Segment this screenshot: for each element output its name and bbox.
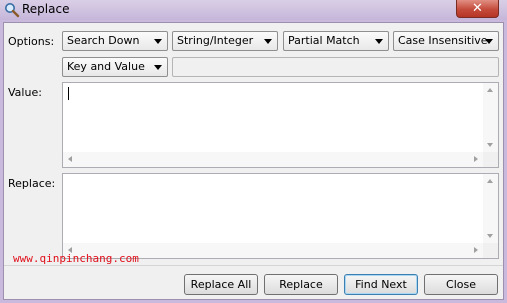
direction-value: Search Down bbox=[67, 34, 140, 47]
replace-button[interactable]: Replace bbox=[264, 274, 338, 295]
chevron-down-icon bbox=[264, 39, 272, 44]
value-vertical-scrollbar[interactable] bbox=[483, 83, 498, 152]
data-type-value: String/Integer bbox=[177, 34, 254, 47]
scroll-left-icon[interactable] bbox=[68, 156, 72, 162]
scroll-right-icon[interactable] bbox=[474, 156, 478, 162]
window-title: Replace bbox=[22, 2, 70, 16]
replace-dialog: Replace ✕ Options: Search Down String/In… bbox=[0, 0, 507, 303]
data-type-dropdown[interactable]: String/Integer bbox=[172, 31, 278, 51]
value-textarea[interactable] bbox=[62, 82, 499, 168]
scroll-right-icon[interactable] bbox=[474, 247, 478, 253]
close-button[interactable]: Close bbox=[424, 274, 498, 295]
replace-label: Replace: bbox=[8, 177, 56, 190]
watermark-text: www.qinpinchang.com bbox=[13, 252, 139, 265]
text-caret bbox=[68, 87, 69, 100]
scrollbar-corner bbox=[483, 243, 498, 258]
match-value: Partial Match bbox=[288, 34, 360, 47]
scope-detail-field bbox=[172, 57, 499, 77]
close-icon: ✕ bbox=[472, 1, 483, 16]
case-value: Case Insensitive bbox=[398, 34, 488, 47]
scroll-up-icon[interactable] bbox=[487, 179, 493, 183]
title-bar[interactable]: Replace ✕ bbox=[0, 0, 507, 20]
options-label: Options: bbox=[8, 35, 55, 48]
find-next-button[interactable]: Find Next bbox=[344, 274, 418, 295]
window-close-button[interactable]: ✕ bbox=[456, 0, 499, 18]
match-dropdown[interactable]: Partial Match bbox=[283, 31, 389, 51]
chevron-down-icon bbox=[485, 39, 493, 44]
scroll-down-icon[interactable] bbox=[487, 143, 493, 147]
magnifier-icon bbox=[5, 3, 20, 18]
replace-textarea[interactable] bbox=[62, 173, 499, 259]
chevron-down-icon bbox=[154, 39, 162, 44]
scroll-up-icon[interactable] bbox=[487, 88, 493, 92]
replace-all-button[interactable]: Replace All bbox=[184, 274, 258, 295]
chevron-down-icon bbox=[154, 65, 162, 70]
scroll-down-icon[interactable] bbox=[487, 234, 493, 238]
value-horizontal-scrollbar[interactable] bbox=[63, 152, 483, 167]
divider bbox=[4, 265, 503, 266]
scope-dropdown[interactable]: Key and Value bbox=[62, 57, 168, 77]
scope-value: Key and Value bbox=[67, 60, 145, 73]
chevron-down-icon bbox=[375, 39, 383, 44]
value-label: Value: bbox=[8, 86, 42, 99]
case-dropdown[interactable]: Case Insensitive bbox=[393, 31, 499, 51]
direction-dropdown[interactable]: Search Down bbox=[62, 31, 168, 51]
scrollbar-corner bbox=[483, 152, 498, 167]
replace-vertical-scrollbar[interactable] bbox=[483, 174, 498, 243]
